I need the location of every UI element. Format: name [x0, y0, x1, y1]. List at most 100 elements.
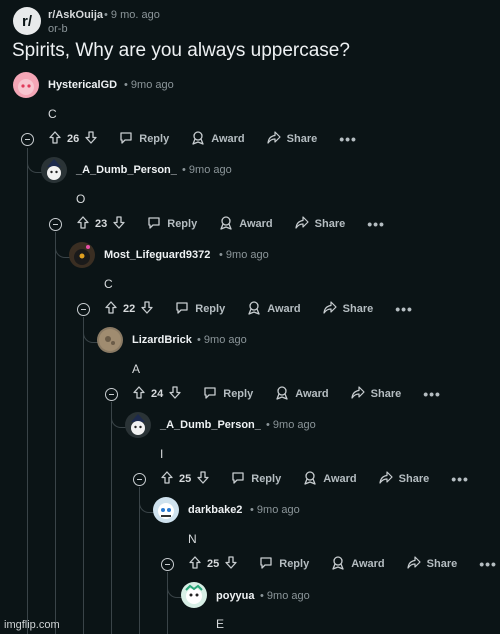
collapse-thread-icon[interactable] [49, 217, 62, 231]
subreddit-name[interactable]: r/AskOuija [48, 9, 103, 21]
award-button[interactable]: Award [247, 300, 301, 318]
comment-time: • 9mo ago [124, 79, 174, 91]
share-icon [323, 301, 343, 317]
share-label: Share [286, 133, 318, 145]
reply-label: Reply [167, 218, 198, 230]
reply-button[interactable]: Reply [259, 556, 309, 572]
comment-time: • 9mo ago [182, 164, 232, 176]
collapse-thread-icon[interactable] [21, 132, 34, 146]
award-label: Award [351, 558, 385, 570]
comment-actions: 23 Reply Award Share ••• [49, 214, 385, 234]
award-button[interactable]: Award [331, 555, 385, 573]
upvote-icon[interactable] [161, 471, 173, 487]
comment-time: • 9mo ago [260, 590, 310, 602]
thread-line[interactable] [167, 572, 168, 634]
upvote-icon[interactable] [105, 301, 117, 317]
snoo-avatar-icon [74, 245, 90, 265]
share-button[interactable]: Share [351, 386, 401, 402]
share-icon [379, 471, 399, 487]
award-icon [331, 555, 351, 573]
upvote-icon[interactable] [49, 131, 61, 147]
share-button[interactable]: Share [323, 301, 373, 317]
comment-text: N [188, 532, 197, 546]
downvote-icon[interactable] [197, 471, 209, 487]
more-options-icon[interactable]: ••• [479, 556, 497, 572]
award-button[interactable]: Award [191, 130, 245, 148]
downvote-icon[interactable] [169, 386, 181, 402]
thread-line[interactable] [111, 402, 112, 634]
avatar[interactable] [13, 72, 39, 98]
reply-icon [259, 556, 279, 572]
brick-avatar-icon [99, 329, 121, 351]
collapse-thread-icon[interactable] [161, 557, 174, 571]
reply-button[interactable]: Reply [203, 386, 253, 402]
award-button[interactable]: Award [275, 385, 329, 403]
thread-line[interactable] [83, 317, 84, 634]
post-author[interactable]: or-b [48, 23, 68, 35]
downvote-icon[interactable] [141, 301, 153, 317]
comment-text: C [48, 107, 57, 121]
collapse-thread-icon[interactable] [77, 302, 90, 316]
more-options-icon[interactable]: ••• [367, 216, 385, 232]
avatar[interactable] [69, 242, 95, 268]
reply-icon [147, 216, 167, 232]
comment-username[interactable]: _A_Dumb_Person_ [160, 419, 261, 431]
comment-username[interactable]: LizardBrick [132, 334, 192, 346]
upvote-icon[interactable] [77, 216, 89, 232]
share-button[interactable]: Share [295, 216, 345, 232]
comment-text: A [132, 362, 141, 376]
avatar[interactable] [153, 497, 179, 523]
avatar[interactable] [181, 582, 207, 608]
avatar[interactable] [97, 327, 123, 353]
reply-button[interactable]: Reply [119, 131, 169, 147]
upvote-icon[interactable] [133, 386, 145, 402]
award-button[interactable]: Award [219, 215, 273, 233]
downvote-icon[interactable] [85, 131, 97, 147]
comment-text: C [104, 277, 113, 291]
award-icon [219, 215, 239, 233]
more-options-icon[interactable]: ••• [423, 386, 441, 402]
thread-line[interactable] [55, 232, 56, 634]
award-icon [247, 300, 267, 318]
award-button[interactable]: Award [303, 470, 357, 488]
comment-username[interactable]: _A_Dumb_Person_ [76, 164, 177, 176]
reply-icon [119, 131, 139, 147]
avatar[interactable] [41, 157, 67, 183]
reply-button[interactable]: Reply [175, 301, 225, 317]
reply-icon [231, 471, 251, 487]
snoo-avatar-icon [18, 79, 34, 95]
snoo-avatar-icon [47, 159, 61, 180]
comment-username[interactable]: Most_Lifeguard9372 [104, 249, 210, 261]
share-button[interactable]: Share [379, 471, 429, 487]
downvote-icon[interactable] [225, 556, 237, 572]
post-title: Spirits, Why are you always uppercase? [12, 40, 350, 61]
reply-label: Reply [223, 388, 254, 400]
reply-button[interactable]: Reply [231, 471, 281, 487]
comment-username[interactable]: darkbake2 [188, 504, 242, 516]
more-options-icon[interactable]: ••• [451, 471, 469, 487]
award-label: Award [323, 473, 357, 485]
subreddit-icon[interactable]: r/ [13, 7, 41, 35]
share-label: Share [426, 558, 458, 570]
avatar[interactable] [125, 412, 151, 438]
comment-username[interactable]: poyyua [216, 590, 255, 602]
thread-line[interactable] [27, 148, 28, 634]
more-options-icon[interactable]: ••• [339, 131, 357, 147]
collapse-thread-icon[interactable] [133, 472, 146, 486]
vote-control: 25 [161, 471, 209, 487]
thread-line[interactable] [139, 487, 140, 634]
upvote-icon[interactable] [189, 556, 201, 572]
vote-count: 23 [95, 218, 108, 230]
share-button[interactable]: Share [407, 556, 458, 572]
comment-actions: 26 Reply Award Share ••• [21, 129, 357, 149]
share-icon [351, 386, 371, 402]
award-label: Award [239, 218, 273, 230]
share-button[interactable]: Share [267, 131, 318, 147]
comment-username[interactable]: HystericalGD [48, 79, 117, 91]
share-icon [295, 216, 315, 232]
comment-text: O [76, 192, 86, 206]
reply-button[interactable]: Reply [147, 216, 197, 232]
downvote-icon[interactable] [113, 216, 125, 232]
collapse-thread-icon[interactable] [105, 387, 118, 401]
more-options-icon[interactable]: ••• [395, 301, 413, 317]
